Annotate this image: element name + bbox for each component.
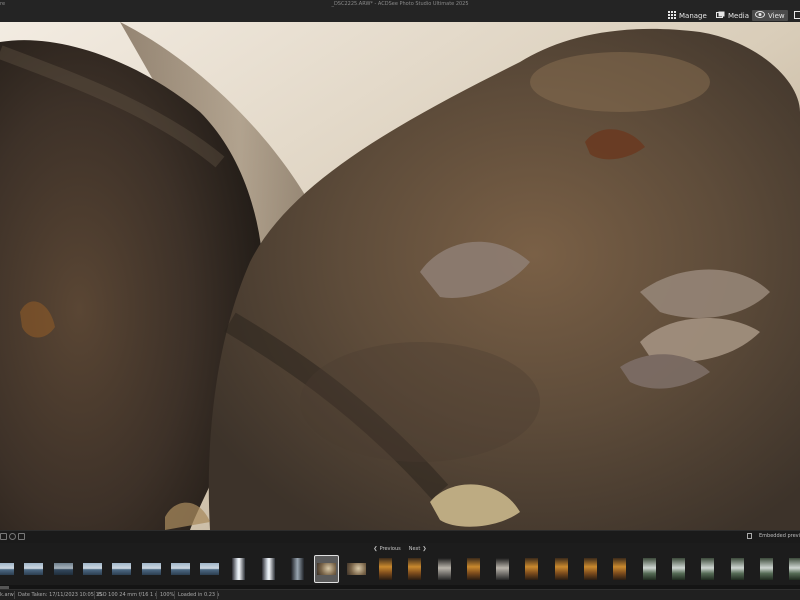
filmstrip-thumbnail[interactable] [726,556,749,582]
thumbnail-image [554,558,568,580]
filmstrip-thumbnail[interactable] [81,556,104,582]
thumbnail-image [24,563,44,575]
mode-manage-label: Manage [679,11,707,20]
filmstrip-thumbnail[interactable] [286,556,309,582]
filmstrip-thumbnail[interactable] [403,556,426,582]
filmstrip-thumbnail[interactable] [345,556,368,582]
thumbnail-image [0,563,14,575]
embedded-preview-label: Embedded previ [758,533,800,539]
thumbnail-image [346,563,366,575]
thumbnail-image [408,558,422,580]
mode-view-label: View [768,11,785,20]
thumbnail-image [701,558,715,580]
filmstrip-nav: ❮ Previous Next ❯ [0,544,800,554]
filmstrip-thumbnail[interactable] [374,556,397,582]
mode-develop-button[interactable] [791,10,800,21]
actual-size-icon[interactable] [18,533,25,540]
thumbnail-image [730,558,744,580]
thumbnail-strip [0,555,800,584]
viewer-toolbar: Embedded previ [0,530,800,543]
filmstrip-thumbnail[interactable] [257,556,280,582]
photo-viewer[interactable] [0,22,800,530]
thumbnail-image [317,563,337,575]
chevron-left-icon: ❮ [373,546,378,552]
thumbnail-image [378,558,392,580]
thumbnail-image [53,563,73,575]
develop-icon [794,10,800,21]
filmstrip-thumbnail[interactable] [667,556,690,582]
next-button[interactable]: Next ❯ [409,544,427,554]
window-title: _DSC2225.ARW* - ACDSee Photo Studio Ulti… [331,1,469,7]
filmstrip-thumbnail[interactable] [110,556,133,582]
filmstrip-thumbnail[interactable] [462,556,485,582]
thumbnail-image [525,558,539,580]
previous-label: Previous [379,546,401,552]
thumbnail-image [466,558,480,580]
grid-icon [668,10,676,21]
mode-manage-button[interactable]: Manage [665,10,710,21]
filmstrip-thumbnail[interactable] [169,556,192,582]
filmstrip-thumbnail[interactable] [0,556,16,582]
thumbnail-image [759,558,773,580]
filmstrip-thumbnail[interactable] [52,556,75,582]
filmstrip-thumbnail[interactable] [227,556,250,582]
filmstrip-thumbnail[interactable] [433,556,456,582]
filmstrip-thumbnail[interactable] [550,556,573,582]
filmstrip-thumbnail[interactable] [22,556,45,582]
zoom-icon[interactable] [9,533,16,540]
status-load-time: Loaded in 0.23 s [178,592,220,598]
mode-view-button[interactable]: View [752,10,788,21]
filmstrip-thumbnail[interactable] [638,556,661,582]
filmstrip-thumbnail[interactable] [784,556,800,582]
filmstrip-thumbnail[interactable] [696,556,719,582]
filmstrip-thumbnail[interactable] [608,556,631,582]
thumbnail-image [437,558,451,580]
title-bar: re _DSC2225.ARW* - ACDSee Photo Studio U… [0,0,800,9]
thumbnail-image [141,563,161,575]
status-bar: k.arw Date Taken: 17/11/2023 10:05:15 IS… [0,589,800,600]
embedded-preview-checkbox[interactable] [746,533,752,539]
status-divider [174,591,175,599]
filmstrip-thumbnail[interactable] [140,556,163,582]
mode-bar: Manage Media View [0,9,800,22]
chevron-right-icon: ❯ [422,546,427,552]
thumbnail-image [112,563,132,575]
filmstrip-thumbnail[interactable] [755,556,778,582]
fit-icon[interactable] [0,533,7,540]
eye-icon [755,11,765,20]
thumbnail-image [671,558,685,580]
main-photo [0,22,800,530]
next-label: Next [408,546,421,552]
filmstrip: ❮ Previous Next ❯ [0,543,800,589]
thumbnail-image [232,558,246,580]
filmstrip-thumbnail[interactable] [579,556,602,582]
thumbnail-image [170,563,190,575]
filmstrip-thumbnail[interactable] [520,556,543,582]
thumbnail-image [200,563,220,575]
status-divider [156,591,157,599]
status-date-taken: Date Taken: 17/11/2023 10:05:15 [18,592,102,598]
filmstrip-thumbnail[interactable] [491,556,514,582]
filmstrip-thumbnail[interactable] [314,555,340,583]
thumbnail-image [82,563,102,575]
status-divider [14,591,15,599]
thumbnail-image [291,558,304,580]
previous-button[interactable]: ❮ Previous [373,544,400,554]
status-divider [94,591,95,599]
mode-media-label: Media [728,11,750,20]
status-divider [217,591,218,599]
filmstrip-thumbnail[interactable] [198,556,221,582]
status-exposure: ISO 100 24 mm f/16 1 s [98,592,158,598]
mode-media-button[interactable]: Media [713,10,752,21]
thumbnail-image [261,558,275,580]
thumbnail-image [584,558,597,580]
thumbnail-image [789,558,800,580]
thumbnail-image [642,558,656,580]
thumbnail-image [613,558,627,580]
status-zoom: 100% [160,592,175,598]
thumbnail-image [496,558,510,580]
status-filename: k.arw [0,592,14,598]
media-icon [716,11,725,21]
